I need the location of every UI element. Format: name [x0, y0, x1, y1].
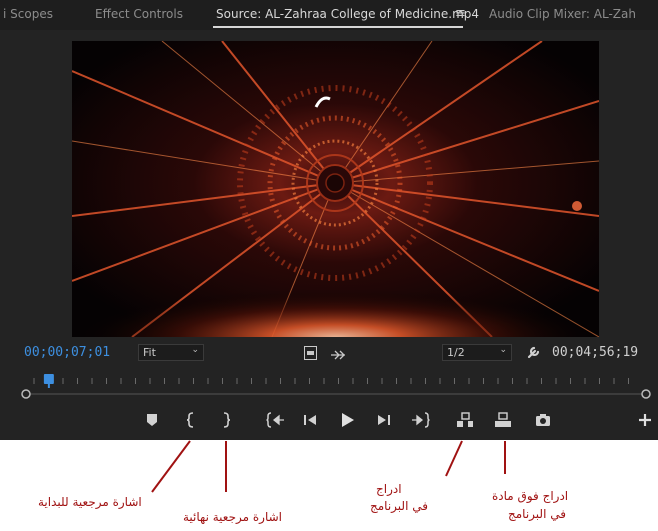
time-ruler[interactable] [0, 368, 658, 404]
chevron-down-icon: ⌄ [499, 345, 507, 355]
step-forward-icon[interactable] [377, 412, 391, 431]
zoom-select-value: Fit [143, 346, 156, 359]
overwrite-annotation-line2: في البرنامج [508, 507, 566, 521]
resolution-select[interactable]: 1/2 ⌄ [442, 344, 512, 361]
resolution-select-value: 1/2 [447, 346, 465, 359]
mark-out-annotation: اشارة مرجعية نهائية [183, 510, 282, 524]
tunnel-light-frame [72, 41, 599, 337]
insert-icon[interactable] [456, 412, 474, 432]
zoom-select[interactable]: Fit ⌄ [138, 344, 204, 361]
tab-scopes[interactable]: i Scopes [3, 7, 53, 21]
frame-advance-icon[interactable] [330, 346, 346, 365]
overwrite-annotation-line1: ادراج فوق مادة [492, 489, 569, 503]
arabic-annotations: اشارة مرجعية للبداية اشارة مرجعية نهائية… [0, 440, 658, 531]
playhead[interactable] [43, 374, 54, 388]
chevron-down-icon: ⌄ [191, 345, 199, 355]
overwrite-icon[interactable] [494, 412, 512, 432]
step-back-icon[interactable] [303, 412, 317, 431]
video-preview [72, 41, 599, 337]
panel-tab-bar: i Scopes Effect Controls Source: AL-Zahr… [0, 0, 658, 30]
mark-in-icon[interactable] [186, 412, 196, 432]
monitor-time-bar: 00;00;07;01 Fit ⌄ 1/2 ⌄ 00;04;56;19 [0, 340, 658, 366]
play-icon[interactable] [341, 412, 355, 432]
add-marker-icon[interactable] [146, 412, 158, 431]
go-to-in-icon[interactable] [266, 412, 284, 432]
plus-icon[interactable] [638, 412, 652, 431]
go-to-out-icon[interactable] [412, 412, 430, 432]
tab-menu-icon[interactable]: ≡ [455, 6, 466, 21]
insert-annotation-line2: في البرنامج [370, 499, 428, 513]
wrench-icon[interactable] [527, 344, 542, 363]
duration-timecode: 00;04;56;19 [552, 345, 639, 360]
safe-margins-icon[interactable] [304, 345, 317, 364]
mark-in-annotation: اشارة مرجعية للبداية [38, 495, 142, 509]
current-timecode[interactable]: 00;00;07;01 [24, 345, 110, 360]
tab-source[interactable]: Source: AL-Zahraa College of Medicine.mp… [216, 7, 479, 21]
active-tab-underline [213, 26, 463, 28]
transport-controls [0, 408, 658, 436]
tab-effect-controls[interactable]: Effect Controls [95, 7, 183, 21]
camera-icon[interactable] [535, 412, 551, 431]
source-monitor-panel: i Scopes Effect Controls Source: AL-Zahr… [0, 0, 658, 440]
tab-audio-clip-mixer[interactable]: Audio Clip Mixer: AL-Zah [489, 7, 636, 21]
mark-out-icon[interactable] [221, 412, 231, 432]
insert-annotation-line1: ادراج [376, 482, 402, 496]
